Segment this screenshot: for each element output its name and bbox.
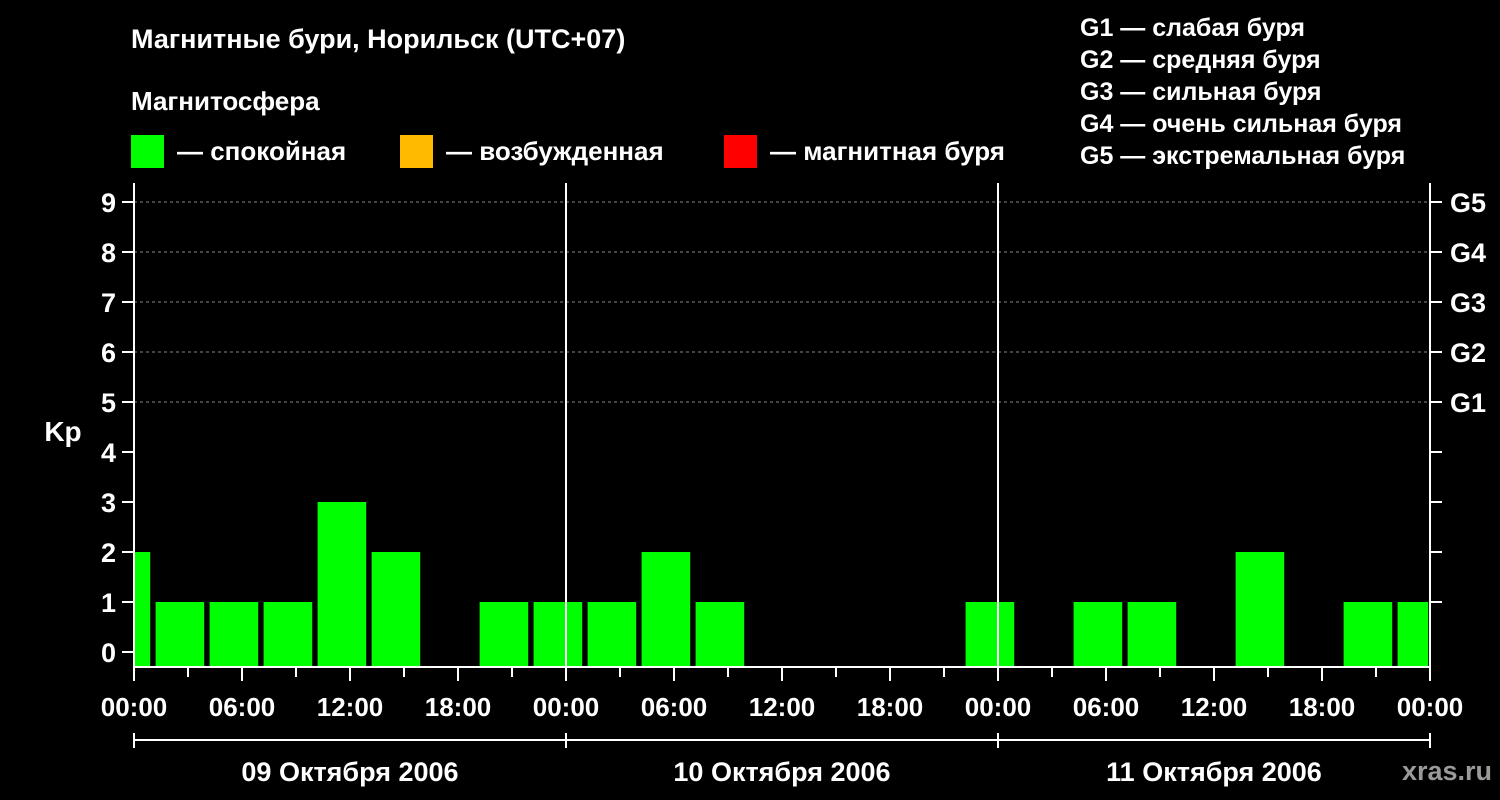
kp-bar bbox=[317, 502, 367, 667]
g-tick-label: G2 bbox=[1450, 338, 1486, 368]
kp-bar bbox=[263, 602, 313, 667]
kp-bar bbox=[134, 552, 151, 667]
x-tick-label: 12:00 bbox=[1181, 692, 1248, 722]
kp-bar bbox=[1397, 602, 1429, 667]
y-tick-label: 9 bbox=[101, 188, 116, 218]
kp-bar-chart: 0 1 2 3 4 5 6 7 8 9 G1 G2 G3 G4 G5 Kp 00:00 06:00 12:00 18:… bbox=[44, 183, 1486, 787]
y-tick-label: 5 bbox=[101, 388, 116, 418]
x-tick-label: 06:00 bbox=[209, 692, 276, 722]
day-label: 11 Октября 2006 bbox=[1106, 757, 1322, 787]
kp-bar bbox=[1127, 602, 1177, 667]
y-tick-label: 6 bbox=[101, 338, 116, 368]
x-tick-label: 06:00 bbox=[1073, 692, 1140, 722]
day-label: 09 Октября 2006 bbox=[241, 757, 458, 787]
x-tick-label: 00:00 bbox=[1397, 692, 1464, 722]
kp-bar bbox=[1235, 552, 1285, 667]
kp-bar bbox=[371, 552, 421, 667]
g-tick-label: G4 bbox=[1450, 238, 1486, 268]
x-tick-label: 00:00 bbox=[101, 692, 168, 722]
kp-bar bbox=[479, 602, 529, 667]
y-tick-label: 0 bbox=[101, 638, 116, 668]
kp-bar bbox=[695, 602, 745, 667]
y-tick-label: 4 bbox=[101, 438, 116, 468]
y-axis-label: Kp bbox=[44, 416, 81, 447]
x-tick-label: 18:00 bbox=[1289, 692, 1356, 722]
x-tick-label: 18:00 bbox=[857, 692, 924, 722]
y-tick-label: 8 bbox=[101, 238, 116, 268]
g-tick-label: G3 bbox=[1450, 288, 1486, 318]
kp-bar bbox=[1073, 602, 1123, 667]
g-tick-label: G1 bbox=[1450, 388, 1486, 418]
kp-bar bbox=[533, 602, 583, 667]
kp-bar bbox=[641, 552, 691, 667]
y-tick-label: 3 bbox=[101, 488, 116, 518]
x-tick-label: 00:00 bbox=[533, 692, 600, 722]
g-tick-label: G5 bbox=[1450, 188, 1486, 218]
kp-bar bbox=[587, 602, 637, 667]
kp-bar bbox=[155, 602, 205, 667]
y-tick-label: 7 bbox=[101, 288, 116, 318]
day-label: 10 Октября 2006 bbox=[673, 757, 890, 787]
x-tick-label: 12:00 bbox=[317, 692, 384, 722]
kp-bar bbox=[965, 602, 1015, 667]
x-tick-label: 12:00 bbox=[749, 692, 816, 722]
y-tick-label: 1 bbox=[101, 588, 116, 618]
y-tick-label: 2 bbox=[101, 538, 116, 568]
x-tick-label: 00:00 bbox=[965, 692, 1032, 722]
kp-bar bbox=[209, 602, 259, 667]
x-tick-label: 06:00 bbox=[641, 692, 708, 722]
brand-watermark: xras.ru bbox=[1401, 756, 1492, 786]
kp-bar bbox=[1343, 602, 1393, 667]
x-tick-label: 18:00 bbox=[425, 692, 492, 722]
